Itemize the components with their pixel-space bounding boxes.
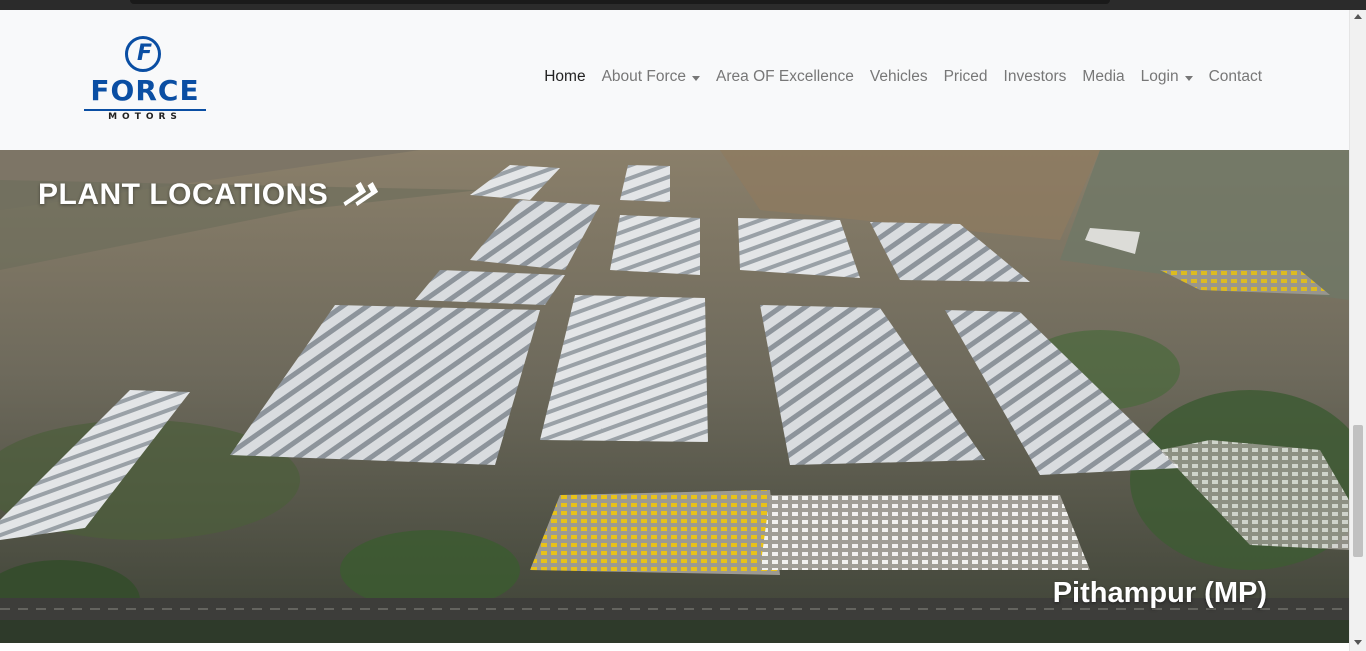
logo-emblem: F (125, 36, 161, 72)
logo-tagline: MOTORS (84, 109, 206, 122)
nav-vehicles[interactable]: Vehicles (870, 68, 928, 86)
browser-top-strip (0, 0, 1366, 10)
scroll-down-icon[interactable] (1354, 640, 1362, 645)
plant-locations-heading: PLANT LOCATIONS (38, 178, 380, 212)
scroll-up-icon[interactable] (1354, 14, 1362, 19)
nav-contact[interactable]: Contact (1209, 68, 1262, 86)
nav-media[interactable]: Media (1082, 68, 1124, 86)
navbar: F FORCE MOTORS Home About Force Area OF … (0, 10, 1349, 150)
main-nav: Home About Force Area OF Excellence Vehi… (544, 68, 1262, 86)
plant-hero-banner: PLANT LOCATIONS Pithampur (MP) (0, 150, 1349, 643)
nav-priced[interactable]: Priced (944, 68, 988, 86)
page-bottom (0, 643, 1349, 651)
page-scrollbar[interactable] (1349, 10, 1366, 651)
caret-down-icon (1184, 75, 1193, 81)
force-motors-logo[interactable]: F FORCE MOTORS (84, 36, 206, 126)
nav-login[interactable]: Login (1141, 68, 1193, 86)
caret-down-icon (692, 75, 701, 81)
double-chevron-right-icon[interactable] (340, 181, 380, 208)
logo-wordmark: FORCE (90, 74, 200, 107)
plant-location-label: Pithampur (MP) (1052, 577, 1267, 609)
nav-area-of-excellence[interactable]: Area OF Excellence (716, 68, 854, 86)
aerial-plant-image (0, 150, 1349, 643)
nav-investors[interactable]: Investors (1004, 68, 1067, 86)
nav-about-force[interactable]: About Force (602, 68, 701, 86)
scrollbar-thumb[interactable] (1353, 425, 1363, 557)
nav-home[interactable]: Home (544, 68, 585, 86)
